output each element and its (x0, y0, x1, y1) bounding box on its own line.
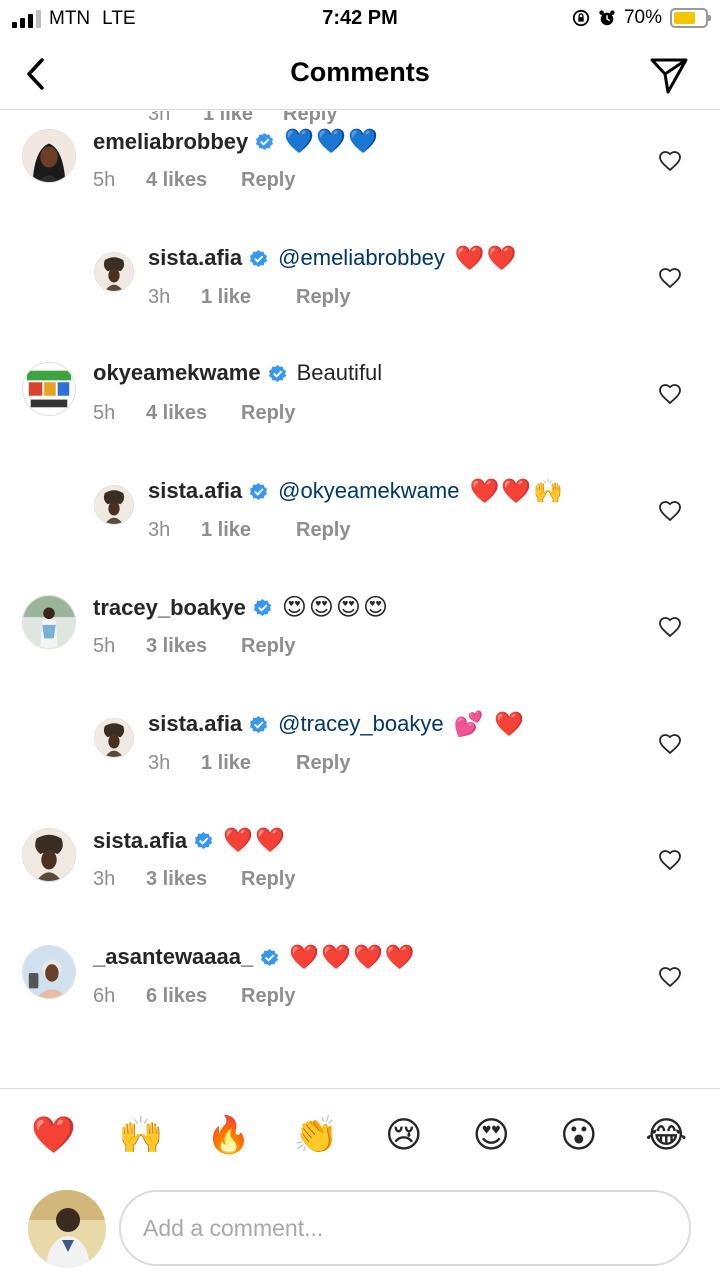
comment-mention[interactable]: @emeliabrobbey (278, 245, 445, 271)
verified-badge-icon (268, 364, 286, 382)
comment-list[interactable]: 3h 1 like Reply emeliabrobbey 💙💙💙 5h 4 like… (0, 111, 720, 1088)
reaction-emoji-button[interactable]: 😂 (636, 1116, 696, 1153)
comment-row: sista.afia @emeliabrobbey ❤️❤️ 3h 1 like Repl… (0, 180, 720, 308)
reaction-emoji-button[interactable]: 😮 (549, 1116, 609, 1153)
comment-time: 6h (93, 984, 116, 1007)
comment-body: emeliabrobbey 💙💙💙 (93, 127, 380, 156)
reaction-emoji-button[interactable]: 😍 (461, 1116, 521, 1153)
comment-text: 😍😍😍😍 (281, 594, 390, 621)
comment-username[interactable]: okyeamekwame (93, 360, 261, 386)
commenter-avatar[interactable] (22, 362, 76, 416)
reaction-emoji-button[interactable]: 👏 (286, 1116, 346, 1153)
heart-icon[interactable] (658, 266, 682, 290)
status-bar: MTN LTE 7:42 PM 70% (0, 0, 720, 40)
comment-username[interactable]: sista.afia (148, 245, 242, 271)
verified-badge-icon (253, 598, 271, 617)
heart-icon[interactable] (658, 965, 682, 989)
battery-icon (670, 8, 711, 28)
comment-text: ❤️❤️ (454, 244, 519, 272)
comment-username[interactable]: sista.afia (148, 478, 242, 504)
comment-body: sista.afia @tracey_boakye 💕 ❤️ (148, 710, 526, 739)
verified-badge-icon (195, 831, 213, 850)
reaction-emoji-button[interactable]: 🙌 (111, 1116, 171, 1153)
comment-text: 💕 ❤️ (453, 710, 527, 738)
commenter-avatar[interactable] (22, 129, 76, 183)
commenter-avatar[interactable] (22, 595, 76, 649)
comment-text: 💙💙💙 (284, 128, 380, 155)
rotation-lock-icon (572, 9, 590, 27)
heart-icon[interactable] (658, 499, 682, 523)
verified-badge-icon (250, 482, 268, 500)
nav-header: Comments (0, 40, 720, 110)
comment-username[interactable]: tracey_boakye (93, 595, 246, 621)
reaction-emoji-button[interactable]: 🔥 (199, 1116, 259, 1153)
comment-row: tracey_boakye 😍😍😍😍 5h 3 likes Reply (0, 529, 720, 657)
comment-text: ❤️❤️ (223, 827, 287, 854)
comment-mention[interactable]: @tracey_boakye (278, 711, 443, 737)
alarm-icon (599, 10, 615, 26)
commenter-avatar[interactable] (94, 484, 134, 525)
commenter-avatar[interactable] (94, 251, 134, 292)
comment-row: okyeamekwame Beautiful 5h 4 likes Reply (0, 296, 720, 424)
comment-composer (0, 1180, 720, 1280)
quick-reaction-bar: ❤️ 🙌 🔥 👏 😢 😍 😮 😂 (0, 1088, 720, 1180)
comment-body: _asantewaaaa_ ❤️❤️❤️❤️ (93, 943, 417, 972)
heart-icon[interactable] (658, 615, 682, 639)
comment-username[interactable]: sista.afia (93, 828, 187, 854)
current-user-avatar (28, 1190, 106, 1268)
verified-badge-icon (261, 948, 279, 966)
comment-row: sista.afia ❤️❤️ 3h 3 likes Reply (0, 762, 720, 890)
page-title: Comments (290, 57, 430, 87)
comment-likes[interactable]: 6 likes (146, 985, 241, 1008)
comment-text: ❤️❤️🙌 (469, 477, 566, 505)
comment-mention[interactable]: @okyeamekwame (278, 478, 459, 504)
verified-badge-icon (250, 249, 268, 267)
heart-icon[interactable] (658, 732, 682, 756)
status-right: 70% (572, 7, 711, 29)
comment-body: sista.afia ❤️❤️ (93, 826, 287, 855)
comment-username[interactable]: _asantewaaaa_ (93, 944, 253, 970)
comment-row: emeliabrobbey 💙💙💙 5h 4 likes Reply (0, 111, 720, 191)
reply-button[interactable]: Reply (241, 985, 295, 1008)
verified-badge-icon (250, 715, 268, 733)
comment-input[interactable] (119, 1190, 691, 1266)
commenter-avatar[interactable] (94, 717, 134, 758)
heart-icon[interactable] (658, 382, 682, 406)
reaction-emoji-button[interactable]: ❤️ (24, 1116, 84, 1153)
send-icon[interactable] (648, 54, 690, 96)
verified-badge-icon (256, 132, 274, 151)
battery-percent: 70% (623, 7, 662, 28)
commenter-avatar[interactable] (22, 828, 76, 882)
comment-body: sista.afia @okyeamekwame ❤️❤️🙌 (148, 477, 565, 506)
comment-text: ❤️❤️❤️❤️ (289, 943, 417, 971)
comment-row: sista.afia @tracey_boakye 💕 ❤️ 3h 1 like Repl… (0, 646, 720, 774)
heart-icon[interactable] (658, 149, 682, 173)
comment-text: Beautiful (296, 360, 383, 385)
comment-body: okyeamekwame Beautiful (93, 360, 382, 386)
commenter-avatar[interactable] (22, 944, 76, 999)
comment-meta: 6h 6 likes Reply (93, 985, 295, 1008)
comment-row: sista.afia @okyeamekwame ❤️❤️🙌 3h 1 like Repl… (0, 413, 720, 541)
heart-icon[interactable] (658, 848, 682, 872)
comment-username[interactable]: emeliabrobbey (93, 129, 248, 155)
comment-body: tracey_boakye 😍😍😍😍 (93, 593, 390, 622)
reaction-emoji-button[interactable]: 😢 (374, 1116, 434, 1153)
comment-body: sista.afia @emeliabrobbey ❤️❤️ (148, 244, 519, 273)
comment-username[interactable]: sista.afia (148, 711, 242, 737)
comment-row: _asantewaaaa_ ❤️❤️❤️❤️ 6h 6 likes Reply (0, 879, 720, 1007)
battery-fill (674, 12, 695, 24)
